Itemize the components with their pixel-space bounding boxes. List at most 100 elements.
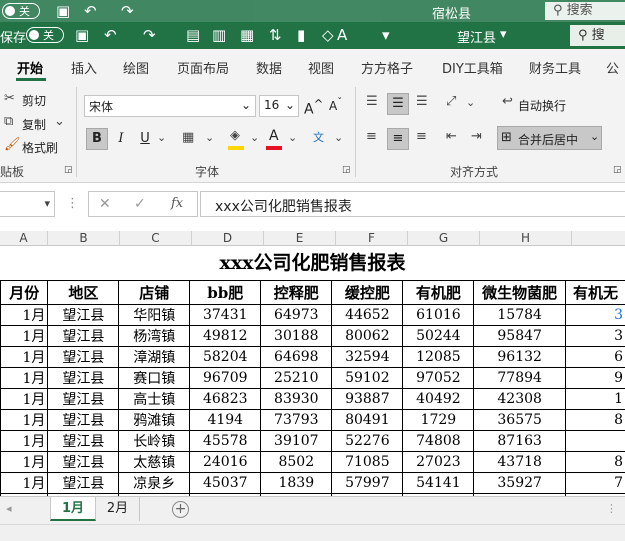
copy-button[interactable]: 复制 — [22, 116, 46, 133]
table-cell[interactable]: 97052 — [402, 367, 475, 389]
customize-toolbar-icon[interactable]: ▾ — [382, 27, 390, 43]
column-header-c[interactable]: C — [120, 231, 192, 246]
align-bottom-icon[interactable]: ☰ — [416, 94, 428, 109]
formula-input[interactable]: xxx公司化肥销售报表 — [200, 191, 625, 217]
table-cell[interactable]: 8 — [564, 451, 625, 473]
more-options-icon[interactable]: ⋮ — [66, 196, 79, 211]
text-icon[interactable]: A — [337, 27, 347, 43]
more-tabs-icon[interactable]: ⋮ — [606, 502, 617, 515]
table-cell[interactable]: 64698 — [260, 346, 333, 368]
borders-icon[interactable]: ▦ — [182, 130, 194, 145]
table-cell[interactable]: 93887 — [331, 388, 404, 410]
phonetic-guide-icon[interactable]: 文 — [313, 129, 324, 145]
table-cell[interactable]: 望江县 — [47, 451, 120, 473]
column-header-a[interactable]: A — [0, 231, 48, 246]
header-cell[interactable]: bb肥 — [189, 280, 262, 305]
table-cell[interactable]: 30188 — [260, 325, 333, 347]
wrap-text-icon[interactable]: ↩ — [502, 94, 513, 109]
format-painter-icon[interactable]: 🖌 — [4, 137, 21, 152]
align-center-button[interactable]: ≡ — [387, 128, 409, 150]
worksheet[interactable]: xxx公司化肥销售报表 月份 地区 店铺 bb肥 控释肥 缓控肥 有机肥 微生物菌肥 有机无 1月… — [0, 246, 625, 496]
table-cell[interactable]: 望江县 — [47, 388, 120, 410]
insert-function-icon[interactable]: fx — [171, 196, 183, 211]
table-cell[interactable]: 43718 — [473, 451, 566, 473]
scissors-icon[interactable]: ✂ — [4, 91, 15, 106]
table-cell[interactable]: 4194 — [189, 409, 262, 431]
wrap-text-button[interactable]: 自动换行 — [518, 97, 566, 114]
table-cell[interactable]: 45037 — [189, 472, 262, 494]
table-cell[interactable]: 望江县 — [47, 304, 120, 326]
table-cell[interactable]: 1月 — [0, 325, 49, 347]
table-cell[interactable]: 12085 — [402, 346, 475, 368]
table-cell[interactable]: 42308 — [473, 388, 566, 410]
table-cell[interactable]: 赛口镇 — [118, 367, 191, 389]
table-cell[interactable]: 7 — [564, 472, 625, 494]
table-cell[interactable]: 74808 — [402, 430, 475, 452]
column-header-d[interactable]: D — [192, 231, 264, 246]
autosave-toggle[interactable]: 关 — [26, 27, 64, 43]
table-cell[interactable]: 80062 — [331, 325, 404, 347]
table-cell[interactable]: 望江县 — [47, 409, 120, 431]
table-cell[interactable]: 58204 — [189, 346, 262, 368]
paste-icon[interactable]: ▥ — [212, 27, 226, 43]
chevron-down-icon[interactable]: ⌄ — [205, 131, 214, 144]
table-cell[interactable]: 87163 — [473, 430, 566, 452]
format-painter-button[interactable]: 格式刷 — [22, 139, 58, 156]
table-cell[interactable]: 49812 — [189, 325, 262, 347]
tab-finance-tools[interactable]: 财务工具 — [529, 58, 581, 77]
column-header-e[interactable]: E — [264, 231, 336, 246]
tab-data[interactable]: 数据 — [256, 58, 282, 77]
orientation-icon[interactable]: ⤢ — [446, 94, 456, 109]
chevron-down-icon[interactable]: ⌄ — [54, 114, 65, 129]
sort-icon[interactable]: ⇅ — [269, 27, 282, 43]
increase-font-size-icon[interactable]: A^ — [304, 97, 323, 118]
table-cell[interactable]: 望江县 — [47, 367, 120, 389]
table-cell[interactable]: 望江县 — [47, 346, 120, 368]
align-left-icon[interactable]: ≡ — [366, 129, 377, 144]
dialog-launcher-icon[interactable]: ◲ — [64, 165, 73, 175]
table-cell[interactable]: 54141 — [402, 472, 475, 494]
sheet-tab-1[interactable]: 1月 — [50, 497, 96, 521]
table-cell[interactable]: 1月 — [0, 451, 49, 473]
table-cell[interactable]: 15784 — [473, 304, 566, 326]
dialog-launcher-icon[interactable]: ◲ — [342, 165, 351, 175]
table-cell[interactable]: 太慈镇 — [118, 451, 191, 473]
table-cell[interactable]: 9 — [564, 367, 625, 389]
table-cell[interactable]: 华阳镇 — [118, 304, 191, 326]
undo-icon[interactable]: ↶ — [104, 27, 117, 43]
table-cell[interactable]: 凉泉乡 — [118, 472, 191, 494]
header-cell[interactable]: 有机无 — [564, 280, 625, 305]
dialog-launcher-icon[interactable]: ◲ — [613, 165, 622, 175]
header-cell[interactable]: 地区 — [47, 280, 120, 305]
table-cell[interactable] — [564, 430, 625, 452]
tab-diy-toolbox[interactable]: DIY工具箱 — [442, 58, 503, 77]
header-cell[interactable]: 缓控肥 — [331, 280, 404, 305]
chevron-down-icon[interactable]: ⌄ — [466, 96, 475, 109]
chevron-down-icon[interactable]: ⌄ — [288, 131, 297, 144]
table-cell[interactable]: 36575 — [473, 409, 566, 431]
font-color-icon[interactable]: A — [269, 128, 279, 144]
search-box[interactable]: ⚲ 搜 — [570, 25, 625, 46]
table-cell[interactable]: 1月 — [0, 346, 49, 368]
table-cell[interactable]: 44652 — [331, 304, 404, 326]
header-cell[interactable]: 月份 — [0, 280, 49, 305]
table-cell[interactable]: 50244 — [402, 325, 475, 347]
fill-color-icon[interactable]: ◈ — [230, 128, 240, 143]
header-cell[interactable]: 店铺 — [118, 280, 191, 305]
merge-center-button[interactable]: ⊞ 合并后居中 ⌄ — [497, 126, 602, 150]
table-cell[interactable]: 61016 — [402, 304, 475, 326]
copy-icon[interactable]: ⧉ — [4, 114, 13, 129]
save-icon[interactable]: ▣ — [75, 27, 89, 43]
table-cell[interactable]: 1839 — [260, 472, 333, 494]
column-header-h[interactable]: H — [480, 231, 572, 246]
tab-ffgz[interactable]: 方方格子 — [361, 58, 413, 77]
table-cell[interactable]: 漳湖镇 — [118, 346, 191, 368]
italic-button[interactable]: I — [110, 128, 132, 150]
table-cell[interactable]: 1729 — [402, 409, 475, 431]
table-cell[interactable]: 80491 — [331, 409, 404, 431]
tab-page-layout[interactable]: 页面布局 — [177, 58, 229, 77]
header-cell[interactable]: 微生物菌肥 — [473, 280, 566, 305]
table-cell[interactable]: 望江县 — [47, 430, 120, 452]
font-name-select[interactable]: 宋体 ⌄ — [84, 95, 256, 117]
table-cell[interactable]: 45578 — [189, 430, 262, 452]
